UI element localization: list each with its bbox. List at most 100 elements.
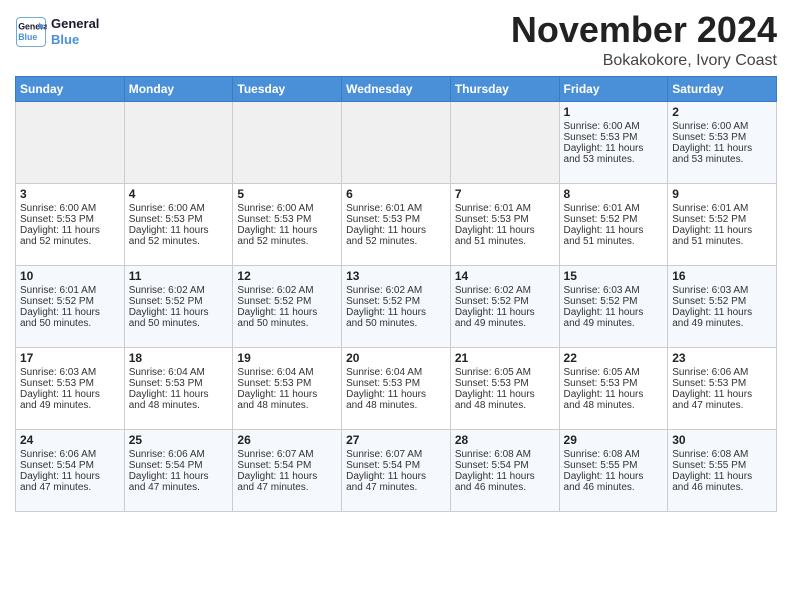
day-number: 6 <box>346 187 446 201</box>
day-number: 15 <box>564 269 664 283</box>
cell-info-line: Sunrise: 6:05 AM <box>564 367 664 378</box>
calendar-cell: 9Sunrise: 6:01 AMSunset: 5:52 PMDaylight… <box>668 183 777 265</box>
cell-info-line: Daylight: 11 hours <box>564 143 664 154</box>
cell-info-line: Sunset: 5:54 PM <box>20 460 120 471</box>
cell-info-line: Sunset: 5:52 PM <box>672 214 772 225</box>
cell-info-line: Sunrise: 6:06 AM <box>672 367 772 378</box>
cell-info-line: Daylight: 11 hours <box>672 143 772 154</box>
calendar-week-4: 17Sunrise: 6:03 AMSunset: 5:53 PMDayligh… <box>16 347 777 429</box>
cell-info-line: and 52 minutes. <box>346 236 446 247</box>
calendar-cell: 16Sunrise: 6:03 AMSunset: 5:52 PMDayligh… <box>668 265 777 347</box>
day-number: 27 <box>346 433 446 447</box>
cell-info-line: Daylight: 11 hours <box>455 225 555 236</box>
cell-info-line: Sunrise: 6:05 AM <box>455 367 555 378</box>
cell-info-line: and 49 minutes. <box>20 400 120 411</box>
calendar-cell: 24Sunrise: 6:06 AMSunset: 5:54 PMDayligh… <box>16 429 125 511</box>
cell-info-line: and 47 minutes. <box>129 482 229 493</box>
cell-info-line: Sunrise: 6:04 AM <box>346 367 446 378</box>
cell-info-line: Sunrise: 6:00 AM <box>129 203 229 214</box>
cell-info-line: Sunrise: 6:00 AM <box>564 121 664 132</box>
cell-info-line: Sunset: 5:52 PM <box>564 296 664 307</box>
cell-info-line: and 49 minutes. <box>455 318 555 329</box>
cell-info-line: and 47 minutes. <box>237 482 337 493</box>
cell-info-line: Sunset: 5:53 PM <box>346 378 446 389</box>
day-number: 3 <box>20 187 120 201</box>
cell-info-line: Sunrise: 6:02 AM <box>129 285 229 296</box>
day-number: 17 <box>20 351 120 365</box>
cell-info-line: Daylight: 11 hours <box>20 307 120 318</box>
cell-info-line: Daylight: 11 hours <box>346 225 446 236</box>
calendar-cell <box>342 101 451 183</box>
day-number: 14 <box>455 269 555 283</box>
cell-info-line: Daylight: 11 hours <box>237 389 337 400</box>
cell-info-line: Sunrise: 6:08 AM <box>455 449 555 460</box>
weekday-row: SundayMondayTuesdayWednesdayThursdayFrid… <box>16 76 777 101</box>
day-number: 25 <box>129 433 229 447</box>
day-number: 1 <box>564 105 664 119</box>
cell-info-line: and 50 minutes. <box>237 318 337 329</box>
cell-info-line: Sunrise: 6:01 AM <box>346 203 446 214</box>
cell-info-line: Sunset: 5:53 PM <box>455 214 555 225</box>
cell-info-line: Sunset: 5:53 PM <box>237 378 337 389</box>
logo: General Blue General Blue <box>15 16 99 48</box>
cell-info-line: Daylight: 11 hours <box>237 225 337 236</box>
cell-info-line: Sunset: 5:54 PM <box>129 460 229 471</box>
cell-info-line: Sunrise: 6:00 AM <box>672 121 772 132</box>
day-number: 10 <box>20 269 120 283</box>
cell-info-line: Daylight: 11 hours <box>672 389 772 400</box>
cell-info-line: Daylight: 11 hours <box>564 307 664 318</box>
cell-info-line: Sunrise: 6:00 AM <box>20 203 120 214</box>
cell-info-line: Sunset: 5:53 PM <box>564 132 664 143</box>
calendar-cell: 6 Sunrise: 6:01 AMSunset: 5:53 PMDaylight… <box>342 183 451 265</box>
cell-info-line: and 48 minutes. <box>455 400 555 411</box>
calendar-cell <box>16 101 125 183</box>
calendar-body: 1Sunrise: 6:00 AMSunset: 5:53 PMDaylight… <box>16 101 777 511</box>
calendar-cell: 26Sunrise: 6:07 AMSunset: 5:54 PMDayligh… <box>233 429 342 511</box>
calendar-cell: 5Sunrise: 6:00 AMSunset: 5:53 PMDaylight… <box>233 183 342 265</box>
logo-line2: Blue <box>51 32 99 48</box>
cell-info-line: Sunset: 5:52 PM <box>129 296 229 307</box>
cell-info-line: Sunset: 5:52 PM <box>20 296 120 307</box>
svg-text:Blue: Blue <box>18 32 37 42</box>
location-title: Bokakokore, Ivory Coast <box>511 52 777 70</box>
cell-info-line: Daylight: 11 hours <box>20 225 120 236</box>
cell-info-line: Daylight: 11 hours <box>455 389 555 400</box>
calendar-cell: 4 Sunrise: 6:00 AMSunset: 5:53 PMDaylight… <box>124 183 233 265</box>
day-number: 19 <box>237 351 337 365</box>
day-number: 29 <box>564 433 664 447</box>
cell-info-line: Sunrise: 6:06 AM <box>20 449 120 460</box>
logo-text: General Blue <box>51 16 99 47</box>
weekday-header-tuesday: Tuesday <box>233 76 342 101</box>
cell-info-line: and 51 minutes. <box>672 236 772 247</box>
day-number: 13 <box>346 269 446 283</box>
cell-info-line: Daylight: 11 hours <box>564 225 664 236</box>
cell-info-line: Sunset: 5:53 PM <box>672 378 772 389</box>
day-number: 8 <box>564 187 664 201</box>
cell-info-line: Daylight: 11 hours <box>564 389 664 400</box>
calendar: SundayMondayTuesdayWednesdayThursdayFrid… <box>15 76 777 512</box>
cell-info-line: and 53 minutes. <box>564 154 664 165</box>
cell-info-line: Sunset: 5:53 PM <box>129 378 229 389</box>
day-number: 5 <box>237 187 337 201</box>
cell-info-line: Daylight: 11 hours <box>346 389 446 400</box>
day-number: 21 <box>455 351 555 365</box>
day-number: 28 <box>455 433 555 447</box>
cell-info-line: Sunset: 5:54 PM <box>237 460 337 471</box>
cell-info-line: Sunset: 5:53 PM <box>129 214 229 225</box>
calendar-cell: 22Sunrise: 6:05 AMSunset: 5:53 PMDayligh… <box>559 347 668 429</box>
cell-info-line: and 47 minutes. <box>20 482 120 493</box>
day-number: 4 <box>129 187 229 201</box>
day-number: 12 <box>237 269 337 283</box>
cell-info-line: Sunset: 5:53 PM <box>346 214 446 225</box>
cell-info-line: and 48 minutes. <box>237 400 337 411</box>
day-number: 20 <box>346 351 446 365</box>
cell-info-line: and 50 minutes. <box>129 318 229 329</box>
cell-info-line: and 51 minutes. <box>455 236 555 247</box>
cell-info-line: Daylight: 11 hours <box>672 307 772 318</box>
day-number: 30 <box>672 433 772 447</box>
calendar-cell: 19Sunrise: 6:04 AMSunset: 5:53 PMDayligh… <box>233 347 342 429</box>
cell-info-line: and 51 minutes. <box>564 236 664 247</box>
calendar-cell: 25Sunrise: 6:06 AMSunset: 5:54 PMDayligh… <box>124 429 233 511</box>
cell-info-line: Daylight: 11 hours <box>129 225 229 236</box>
calendar-cell <box>233 101 342 183</box>
